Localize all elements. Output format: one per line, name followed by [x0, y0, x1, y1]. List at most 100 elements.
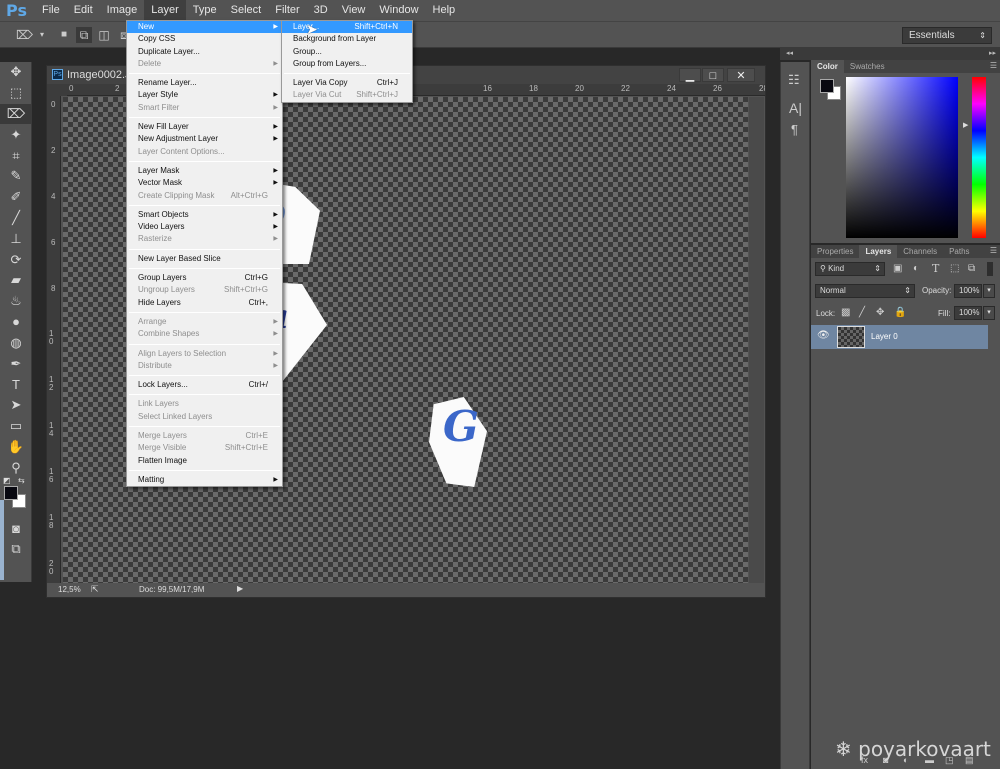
brush-tool-icon[interactable]: ╱: [0, 208, 32, 229]
share-icon[interactable]: ⇱: [91, 584, 99, 595]
color-fg-swatch[interactable]: [820, 79, 834, 93]
path-selection-tool-icon[interactable]: ➤: [0, 395, 32, 416]
dodge-tool-icon[interactable]: ◍: [0, 332, 32, 353]
menu-image[interactable]: Image: [100, 0, 145, 21]
menu-item-rasterize[interactable]: Rasterize ▶: [127, 233, 282, 245]
opacity-input[interactable]: 100%: [954, 284, 982, 298]
filter-toggle[interactable]: [987, 262, 993, 276]
workspace-select[interactable]: Essentials ⇕: [902, 27, 992, 44]
layer-filter-select[interactable]: ⚲ Kind ⇕: [815, 262, 885, 276]
collapse-right-icon[interactable]: ▸▸: [989, 49, 996, 57]
status-menu-arrow-icon[interactable]: ▶: [237, 584, 243, 593]
menu-filter[interactable]: Filter: [268, 0, 306, 21]
eraser-tool-icon[interactable]: ▰: [0, 270, 32, 291]
menu-item-layer-style[interactable]: Layer Style ▶: [127, 89, 282, 101]
menu-item-layer-via-cut[interactable]: Layer Via Cut Shift+Ctrl+J: [282, 89, 412, 101]
character-panel-icon[interactable]: A|: [789, 100, 802, 116]
swap-colors-icon[interactable]: ⇆: [18, 476, 25, 485]
vertical-scrollbar[interactable]: [749, 97, 764, 583]
collapse-left-icon[interactable]: ◂◂: [786, 49, 793, 57]
tab-color[interactable]: Color: [811, 60, 844, 73]
maximize-button[interactable]: □: [702, 68, 724, 82]
screen-mode-icon[interactable]: ⧉: [0, 539, 32, 560]
hand-tool-icon[interactable]: ✋: [0, 436, 32, 457]
menu-item-layer-content-options[interactable]: Layer Content Options...: [127, 146, 282, 158]
pen-tool-icon[interactable]: ✒: [0, 353, 32, 374]
menu-item-new-layer-based-slice[interactable]: New Layer Based Slice: [127, 253, 282, 265]
filter-adjustment-icon[interactable]: ◐: [913, 263, 919, 274]
filter-smart-object-icon[interactable]: ⧉: [968, 263, 975, 274]
opacity-slider-button[interactable]: ▾: [983, 284, 995, 298]
menu-item-ungroup-layers[interactable]: Ungroup Layers Shift+Ctrl+G: [127, 284, 282, 296]
move-tool-icon[interactable]: ✥: [0, 62, 32, 83]
menu-item-video-layers[interactable]: Video Layers ▶: [127, 221, 282, 233]
menu-item-combine-shapes[interactable]: Combine Shapes ▶: [127, 328, 282, 340]
healing-brush-tool-icon[interactable]: ✐: [0, 187, 32, 208]
menu-item-flatten-image[interactable]: Flatten Image: [127, 455, 282, 467]
tab-channels[interactable]: Channels: [897, 245, 943, 258]
color-field[interactable]: [846, 77, 958, 238]
menu-item-link-layers[interactable]: Link Layers: [127, 398, 282, 410]
filter-pixel-icon[interactable]: ▣: [893, 263, 902, 274]
menu-item-rename-layer[interactable]: Rename Layer...: [127, 77, 282, 89]
paint-bucket-tool-icon[interactable]: ♨: [0, 291, 32, 312]
vertical-ruler[interactable]: 0 2 4 6 8 10 12 14 16 18 20: [47, 96, 61, 583]
menu-item-background-from-layer[interactable]: Background from Layer: [282, 33, 412, 45]
lock-transparent-icon[interactable]: ▩: [841, 307, 850, 318]
menu-item-merge-visible[interactable]: Merge Visible Shift+Ctrl+E: [127, 442, 282, 454]
tab-paths[interactable]: Paths: [943, 245, 975, 258]
type-tool-icon[interactable]: T: [0, 374, 32, 395]
menu-item-arrange[interactable]: Arrange ▶: [127, 316, 282, 328]
new-selection-icon[interactable]: ■: [56, 27, 72, 43]
zoom-tool-icon[interactable]: ⚲: [0, 457, 32, 478]
tab-swatches[interactable]: Swatches: [844, 60, 891, 73]
menu-item-duplicate-layer[interactable]: Duplicate Layer...: [127, 46, 282, 58]
tool-preset-dropdown-icon[interactable]: ▾: [34, 27, 50, 43]
filter-shape-icon[interactable]: ⬚: [950, 263, 959, 274]
menu-item-distribute[interactable]: Distribute ▶: [127, 360, 282, 372]
menu-item-layer[interactable]: Layer... Shift+Ctrl+N: [282, 21, 412, 34]
eyedropper-tool-icon[interactable]: ✎: [0, 166, 32, 187]
menu-edit[interactable]: Edit: [67, 0, 100, 21]
polygonal-lasso-icon[interactable]: ⌦: [16, 27, 33, 43]
clone-stamp-tool-icon[interactable]: ⊥: [0, 228, 32, 249]
menu-select[interactable]: Select: [224, 0, 269, 21]
menu-item-delete[interactable]: Delete ▶: [127, 58, 282, 70]
default-colors-icon[interactable]: ◩: [3, 476, 11, 485]
paragraph-panel-icon[interactable]: ¶: [791, 122, 798, 137]
tab-layers[interactable]: Layers: [859, 245, 898, 258]
lasso-tool-icon[interactable]: ⌦: [0, 103, 32, 125]
panel-menu-icon[interactable]: ☰: [990, 61, 997, 70]
minimize-button[interactable]: ▁: [679, 68, 701, 82]
lock-image-icon[interactable]: ╱: [859, 307, 865, 318]
tab-properties[interactable]: Properties: [811, 245, 859, 258]
hue-slider-handle-icon[interactable]: ▶: [963, 121, 968, 129]
menu-item-new-fill-layer[interactable]: New Fill Layer ▶: [127, 121, 282, 133]
visibility-eye-icon[interactable]: 👁: [817, 330, 830, 341]
history-panel-icon[interactable]: ☷: [788, 72, 800, 88]
menu-item-smart-objects[interactable]: Smart Objects ▶: [127, 209, 282, 221]
rectangle-tool-icon[interactable]: ▭: [0, 416, 32, 437]
close-button[interactable]: ✕: [727, 68, 755, 82]
menu-layer[interactable]: Layer: [144, 0, 186, 21]
menu-item-merge-layers[interactable]: Merge Layers Ctrl+E: [127, 430, 282, 442]
blend-mode-select[interactable]: Normal ⇕: [815, 284, 915, 298]
layer-row[interactable]: 👁 Layer 0: [811, 325, 988, 349]
menu-help[interactable]: Help: [426, 0, 463, 21]
menu-type[interactable]: Type: [186, 0, 224, 21]
menu-3d[interactable]: 3D: [307, 0, 335, 21]
menu-item-smart-filter[interactable]: Smart Filter ▶: [127, 102, 282, 114]
menu-item-copy-css[interactable]: Copy CSS: [127, 33, 282, 45]
menu-file[interactable]: File: [35, 0, 67, 21]
menu-item-hide-layers[interactable]: Hide Layers Ctrl+,: [127, 297, 282, 309]
menu-item-lock-layers[interactable]: Lock Layers... Ctrl+/: [127, 379, 282, 391]
zoom-level[interactable]: 12,5%: [58, 585, 81, 594]
fill-slider-button[interactable]: ▾: [983, 306, 995, 320]
history-brush-tool-icon[interactable]: ⟳: [0, 249, 32, 270]
marquee-tool-icon[interactable]: ⬚: [0, 83, 32, 104]
menu-item-group[interactable]: Group...: [282, 46, 412, 58]
menu-window[interactable]: Window: [372, 0, 425, 21]
menu-item-align-layers-to-selection[interactable]: Align Layers to Selection ▶: [127, 348, 282, 360]
menu-item-new[interactable]: New ▶: [127, 21, 282, 34]
menu-item-create-clipping-mask[interactable]: Create Clipping Mask Alt+Ctrl+G: [127, 190, 282, 202]
